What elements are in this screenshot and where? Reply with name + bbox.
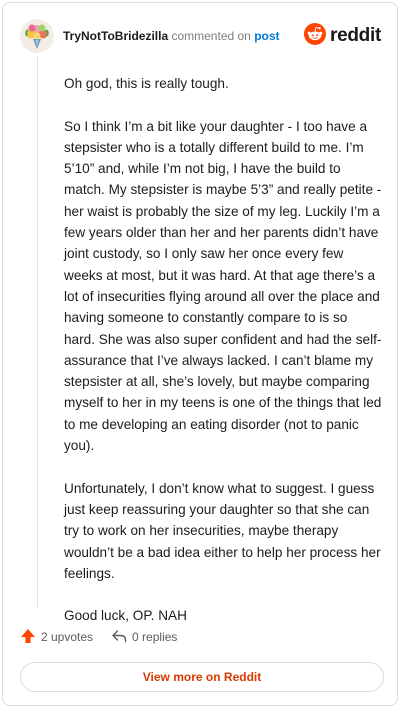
post-link[interactable]: post	[254, 29, 279, 43]
upvote-button[interactable]: 2 upvotes	[20, 628, 93, 647]
comment-meta: TryNotToBridezilla commented on post	[63, 29, 304, 43]
thread-line	[37, 56, 38, 608]
replies-count: 0 replies	[132, 630, 178, 644]
comment-paragraph: Unfortunately, I don’t know what to sugg…	[64, 480, 381, 581]
comment-paragraph: So I think I’m a bit like your daughter …	[64, 118, 382, 454]
reply-arrow-icon	[111, 628, 127, 647]
comment-paragraph: Oh god, this is really tough.	[64, 76, 229, 91]
reddit-wordmark: reddit	[330, 25, 381, 46]
comment-actions: 2 upvotes 0 replies	[20, 627, 177, 647]
upvote-arrow-icon	[20, 628, 36, 647]
upvotes-count: 2 upvotes	[41, 630, 94, 644]
comment-header: TryNotToBridezilla commented on post red…	[20, 18, 381, 54]
action-text: commented on	[171, 29, 251, 43]
comment-embed-card: TryNotToBridezilla commented on post red…	[2, 2, 398, 706]
replies-button[interactable]: 0 replies	[111, 628, 177, 647]
comment-body: Oh god, this is really tough. So I think…	[64, 73, 382, 627]
reddit-brand[interactable]: reddit	[304, 22, 381, 50]
view-more-button[interactable]: View more on Reddit	[20, 662, 384, 692]
comment-paragraph: Good luck, OP. NAH	[64, 608, 187, 624]
bouquet-avatar-icon[interactable]	[20, 19, 54, 53]
reddit-logo-icon	[304, 22, 327, 50]
username-link[interactable]: TryNotToBridezilla	[63, 29, 168, 43]
